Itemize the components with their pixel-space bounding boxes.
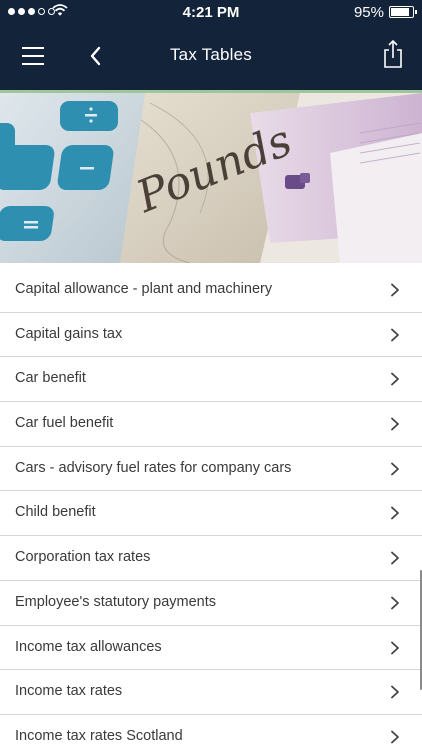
chevron-right-icon (391, 372, 399, 386)
navigation-bar: Tax Tables (0, 24, 422, 90)
list-item[interactable]: Income tax rates Scotland (0, 715, 422, 750)
list-item-label: Employee's statutory payments (15, 593, 217, 610)
list-item-label: Cars - advisory fuel rates for company c… (15, 459, 292, 476)
tax-tables-list: Capital allowance - plant and machinery C… (0, 268, 422, 750)
banner-illustration: Pounds (0, 93, 422, 263)
chevron-right-icon (391, 328, 399, 342)
list-item[interactable]: Capital allowance - plant and machinery (0, 268, 422, 313)
chevron-right-icon (391, 685, 399, 699)
list-item-label: Capital allowance - plant and machinery (15, 281, 273, 297)
battery-icon (389, 6, 417, 18)
list-item-label: Child benefit (15, 504, 96, 521)
chevron-right-icon (391, 462, 399, 476)
list-item[interactable]: Cars - advisory fuel rates for company c… (0, 447, 422, 492)
banner-image: Pounds (0, 93, 422, 263)
chevron-right-icon (391, 551, 399, 565)
list-item-label: Income tax allowances (15, 638, 162, 655)
list-item-label: Corporation tax rates (15, 549, 151, 566)
list-item[interactable]: Income tax rates (0, 670, 422, 715)
list-item-label: Income tax rates Scotland (15, 727, 183, 744)
app-header: 4:21 PM 95% Tax Tables (0, 0, 422, 90)
list-item-label: Car fuel benefit (15, 415, 114, 432)
chevron-right-icon (391, 641, 399, 654)
list-item[interactable]: Car benefit (0, 357, 422, 403)
list-item[interactable]: Income tax allowances (0, 626, 422, 671)
chevron-right-icon (391, 730, 399, 744)
page-title: Tax Tables (169, 45, 252, 64)
chevron-right-icon (391, 417, 399, 431)
share-icon[interactable] (380, 39, 406, 69)
battery-percentage: 95% (353, 4, 384, 21)
chevron-right-icon (391, 596, 399, 610)
list-item[interactable]: Child benefit (0, 491, 422, 537)
chevron-right-icon (391, 283, 399, 297)
list-item[interactable]: Corporation tax rates (0, 536, 422, 581)
list-item-label: Capital gains tax (15, 325, 123, 342)
list-item-label: Income tax rates (15, 683, 123, 700)
list-item[interactable]: Capital gains tax (0, 313, 422, 358)
list-item-label: Car benefit (15, 370, 86, 387)
status-bar: 4:21 PM 95% (0, 0, 422, 24)
list-item[interactable]: Employee's statutory payments (0, 581, 422, 626)
list-item[interactable]: Car fuel benefit (0, 402, 422, 447)
chevron-right-icon (391, 507, 399, 520)
